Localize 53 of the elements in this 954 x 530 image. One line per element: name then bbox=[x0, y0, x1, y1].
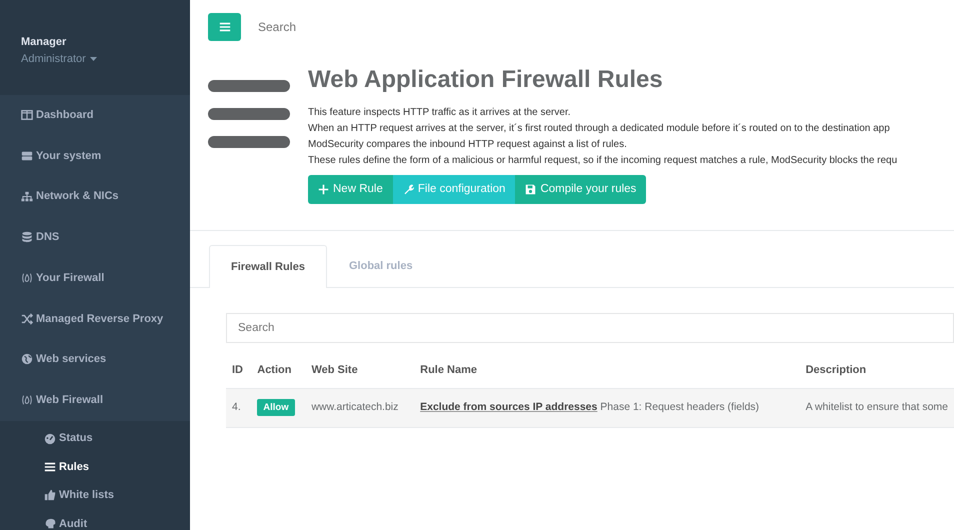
description-text: When an HTTP request arrives at the server, it´s first routed through a dedicated module before it´s routed on to the destination app bbox=[308, 122, 891, 136]
nav-item[interactable]: DNS bbox=[0, 217, 190, 258]
nav-item[interactable]: Web Firewall bbox=[0, 380, 190, 420]
nav-item[interactable]: Dashboard bbox=[0, 95, 190, 136]
column-header: Action bbox=[251, 352, 306, 389]
nav-item[interactable]: Managed Reverse Proxy bbox=[0, 298, 190, 340]
submenu-item[interactable]: White lists bbox=[0, 481, 190, 510]
nav-item[interactable]: Web services bbox=[0, 339, 190, 380]
rule-link[interactable]: Exclude from sources IP addresses bbox=[420, 401, 598, 414]
flame-icon bbox=[21, 272, 33, 284]
user-name: Manager bbox=[21, 35, 68, 50]
menu-button[interactable] bbox=[208, 13, 241, 41]
submenu-item[interactable]: Rules bbox=[0, 452, 190, 482]
status-badge: Allow bbox=[257, 399, 295, 416]
description-text: This feature inspects HTTP traffic as it arrives at the server. bbox=[308, 106, 572, 120]
table-cell: 4. bbox=[226, 388, 252, 428]
sitemap-icon bbox=[21, 190, 33, 203]
rule-phase: Phase 1: Request headers (fields) bbox=[600, 401, 760, 414]
thumbs-up-icon bbox=[44, 489, 56, 502]
nav-item[interactable]: Your system bbox=[0, 136, 190, 176]
page-title: Web Application Firewall Rules bbox=[308, 66, 664, 95]
save-icon bbox=[525, 184, 536, 195]
gauge-icon bbox=[44, 432, 56, 445]
shuffle-icon bbox=[21, 312, 33, 325]
wrench-icon bbox=[402, 184, 414, 195]
tab[interactable]: Firewall Rules bbox=[209, 245, 327, 288]
description-text: ModSecurity compares the inbound HTTP request against a list of rules. bbox=[308, 138, 628, 152]
globe-icon bbox=[21, 353, 33, 366]
role-dropdown[interactable]: Administrator bbox=[21, 50, 97, 67]
table-cell: www.articatech.biz bbox=[305, 388, 414, 428]
column-header: Web Site bbox=[305, 352, 414, 389]
column-header: ID bbox=[226, 352, 252, 389]
columns-icon bbox=[21, 109, 33, 122]
nav-item[interactable]: Network & NICs bbox=[0, 176, 190, 218]
nav-item[interactable]: Your Firewall bbox=[0, 258, 190, 298]
column-header: Description bbox=[800, 352, 954, 389]
column-header: Rule Name bbox=[414, 352, 800, 389]
head-icon bbox=[44, 518, 56, 530]
caret-icon bbox=[90, 56, 97, 61]
table-cell: A whitelist to ensure that some bbox=[800, 388, 954, 428]
plus-icon bbox=[318, 184, 329, 195]
list-icon bbox=[44, 461, 56, 474]
list-icon bbox=[218, 21, 230, 33]
menu-icon bbox=[208, 80, 290, 148]
toolbar-button[interactable]: New Rule bbox=[308, 174, 393, 204]
toolbar-button[interactable]: Compile your rules bbox=[515, 174, 646, 204]
submenu-item[interactable]: Status bbox=[0, 424, 190, 453]
submenu-item[interactable]: Audit bbox=[0, 510, 190, 530]
description-text: These rules define the form of a malicious or harmful request, so if the incoming request matches a rule, ModSecurity blocks the requ bbox=[308, 154, 898, 168]
flame-icon bbox=[21, 394, 33, 406]
database-icon bbox=[21, 231, 33, 244]
search-field[interactable]: Search bbox=[226, 312, 954, 343]
server-icon bbox=[21, 150, 33, 162]
